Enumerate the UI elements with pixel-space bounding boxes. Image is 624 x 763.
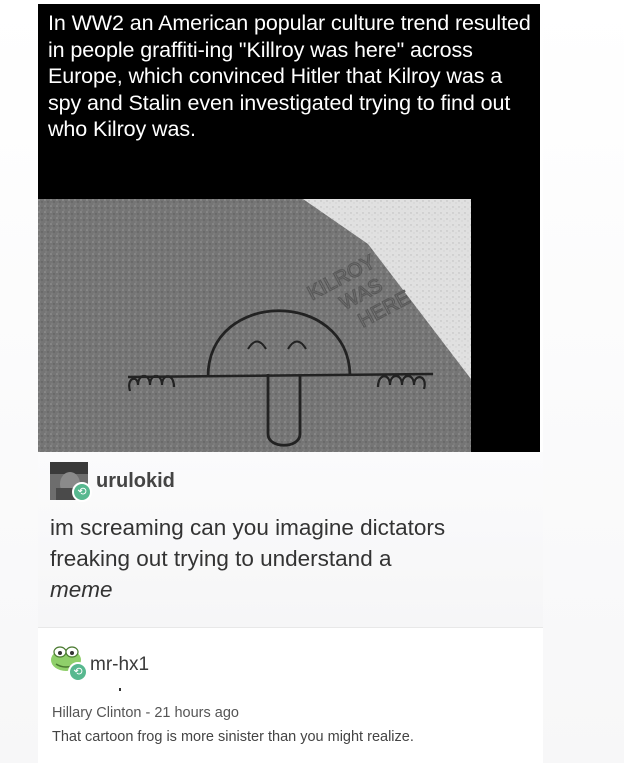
reply-mr-hx1: ⟲ mr-hx1 Hillary Clinton - 21 hours ago … [38,628,543,763]
kilroy-photo: KILROY WAS HERE [38,199,471,452]
username[interactable]: mr-hx1 [90,654,149,676]
reply-urulokid: ⟲ urulokid im screaming can you imagine … [38,452,543,627]
reply-text: im screaming can you imagine dictators f… [50,512,530,605]
reblog-icon: ⟲ [68,662,88,682]
separator-dot [119,688,121,691]
reply-meta: Hillary Clinton - 21 hours ago [52,705,239,721]
username[interactable]: urulokid [96,470,175,493]
kilroy-drawing: KILROY WAS HERE [38,199,471,452]
reply-text: That cartoon frog is more sinister than … [52,729,414,745]
reblog-icon: ⟲ [72,482,92,502]
post-text: In WW2 an American popular culture trend… [48,11,531,141]
reply-text-main: im screaming can you imagine dictators f… [50,515,446,571]
reply-text-italic: meme [50,577,113,602]
